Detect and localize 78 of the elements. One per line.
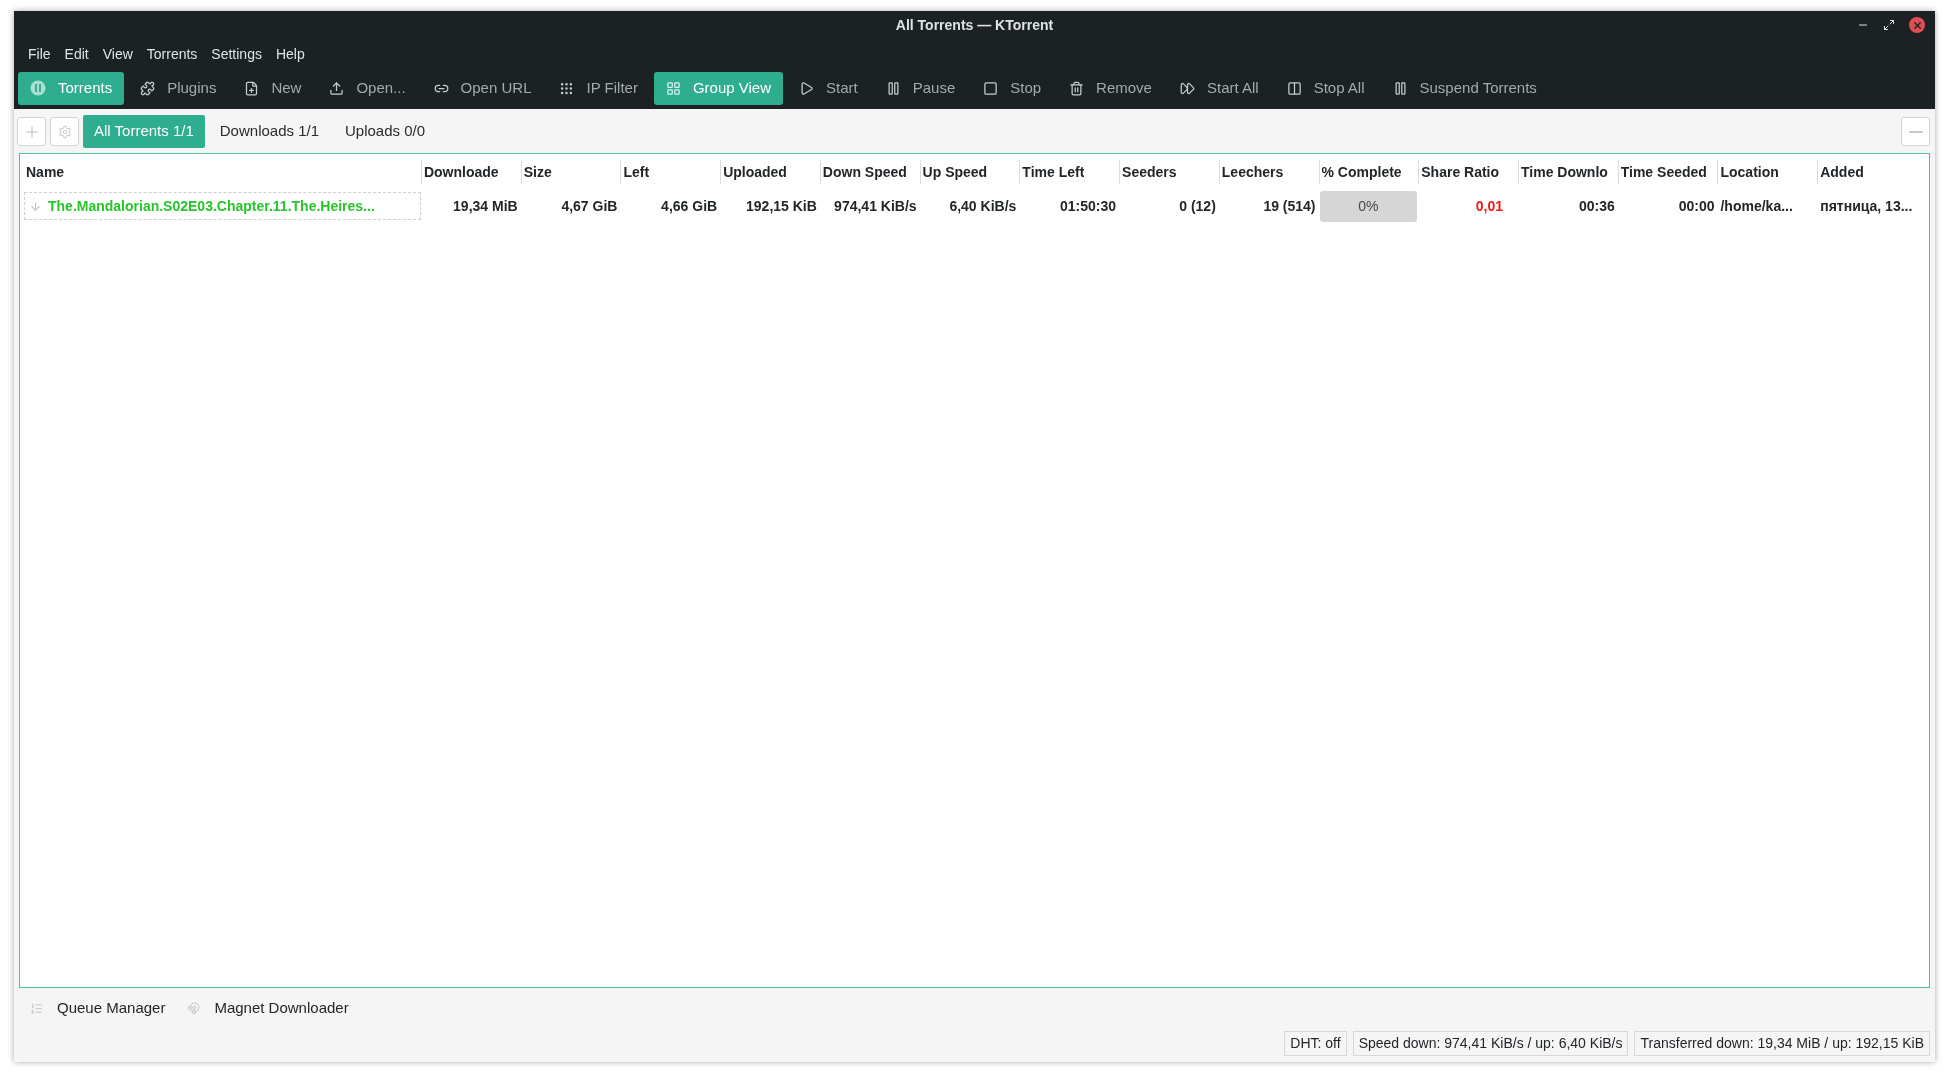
- table-cell-text: /home/ka...: [1720, 196, 1793, 216]
- toolbar-button[interactable]: Start All: [1167, 71, 1271, 105]
- column-header[interactable]: Share Ratio: [1421, 161, 1500, 183]
- table-cell-text: 4,66 GiB: [661, 196, 718, 216]
- double-square-icon: [1286, 80, 1302, 96]
- torrents-icon: [30, 80, 46, 96]
- pause-icon: [1392, 80, 1408, 96]
- toolbar-button[interactable]: New: [232, 71, 314, 105]
- column-header[interactable]: % Complete: [1321, 161, 1402, 183]
- status-field: Speed down: 974,41 KiB/s / up: 6,40 KiB/s: [1352, 1030, 1629, 1056]
- column-header[interactable]: Added: [1820, 161, 1864, 183]
- stop-icon: [983, 80, 999, 96]
- table-cell-text: 01:50:30: [1060, 196, 1117, 216]
- column-header[interactable]: Name: [26, 161, 65, 183]
- download-arrow-icon: [29, 199, 42, 213]
- menu-item[interactable]: Help: [269, 43, 311, 65]
- toolbar-button[interactable]: Open...: [317, 71, 418, 105]
- settings-icon: [57, 124, 72, 139]
- close-icon: [1911, 19, 1923, 31]
- toolbar-button[interactable]: Stop All: [1274, 71, 1377, 105]
- dock-tab[interactable]: Magnet Downloader: [181, 996, 355, 1020]
- column-header[interactable]: Time Downlo: [1521, 161, 1608, 183]
- progress-text: 0%: [1358, 196, 1379, 216]
- magnet-icon: [187, 1001, 201, 1015]
- column-header[interactable]: Time Seeded: [1620, 161, 1707, 183]
- column-header[interactable]: Location: [1720, 161, 1779, 183]
- dock-tab[interactable]: Queue Manager: [24, 996, 172, 1020]
- column-header[interactable]: Size: [523, 161, 552, 183]
- table-cell-text: 0 (12): [1179, 196, 1216, 216]
- table-cell-text: 4,67 GiB: [561, 196, 618, 216]
- table-cell-text: 6,40 KiB/s: [949, 196, 1017, 216]
- status-field: Transferred down: 19,34 MiB / up: 192,15 KiB: [1634, 1030, 1930, 1056]
- trash-icon: [1069, 80, 1085, 96]
- table-cell-text: 19,34 MiB: [453, 196, 518, 216]
- column-header[interactable]: Downloade: [423, 161, 499, 183]
- menu-item[interactable]: Settings: [205, 43, 268, 65]
- column-header[interactable]: Down Speed: [822, 161, 907, 183]
- menu-item[interactable]: View: [96, 43, 139, 65]
- queue-icon: [30, 1001, 43, 1015]
- upload-icon: [329, 80, 345, 96]
- toolbar-button[interactable]: Start: [787, 71, 870, 105]
- grid-icon: [665, 80, 681, 96]
- table-cell-text: пятница, 13...: [1820, 196, 1913, 216]
- puzzle-icon: [140, 80, 156, 96]
- window-title: All Torrents — KTorrent: [895, 15, 1054, 35]
- column-header[interactable]: Leechers: [1221, 161, 1284, 183]
- toolbar-button[interactable]: Plugins: [128, 71, 229, 105]
- table-cell-text: 0,01: [1475, 196, 1504, 216]
- toolbar-button[interactable]: Suspend Torrents: [1380, 71, 1549, 105]
- column-header[interactable]: Time Left: [1022, 161, 1085, 183]
- table-cell-text: 00:00: [1678, 196, 1715, 216]
- status-field: DHT: off: [1284, 1030, 1347, 1056]
- menu-item[interactable]: Edit: [58, 43, 95, 65]
- toolbar-button[interactable]: IP Filter: [547, 71, 650, 105]
- minus-icon: [1908, 130, 1923, 133]
- column-header[interactable]: Uploaded: [723, 161, 787, 183]
- column-header[interactable]: Up Speed: [922, 161, 988, 183]
- menu-item[interactable]: Torrents: [140, 43, 204, 65]
- new-file-icon: [244, 80, 260, 96]
- maximize-icon[interactable]: [1883, 19, 1895, 31]
- toolbar-button[interactable]: Pause: [873, 71, 968, 105]
- fast-forward-icon: [1179, 80, 1195, 96]
- table-cell-text: 19 (514): [1263, 196, 1316, 216]
- dotted-grid-icon: [559, 80, 575, 96]
- column-header[interactable]: Seeders: [1122, 161, 1177, 183]
- column-header[interactable]: Left: [623, 161, 650, 183]
- toolbar-button[interactable]: Open URL: [421, 71, 544, 105]
- table-cell-text: 192,15 KiB: [746, 196, 817, 216]
- close-button[interactable]: [1909, 17, 1925, 33]
- menu-item[interactable]: File: [22, 43, 57, 65]
- pause-icon: [885, 80, 901, 96]
- tab[interactable]: Downloads 1/1: [208, 115, 330, 148]
- table-cell-text: 974,41 KiB/s: [834, 196, 917, 216]
- toolbar-button[interactable]: Stop: [971, 71, 1054, 105]
- tab[interactable]: Uploads 0/0: [334, 115, 437, 148]
- play-icon: [799, 80, 814, 96]
- table-cell-text: 00:36: [1578, 196, 1615, 216]
- toolbar-button[interactable]: Remove: [1057, 71, 1164, 105]
